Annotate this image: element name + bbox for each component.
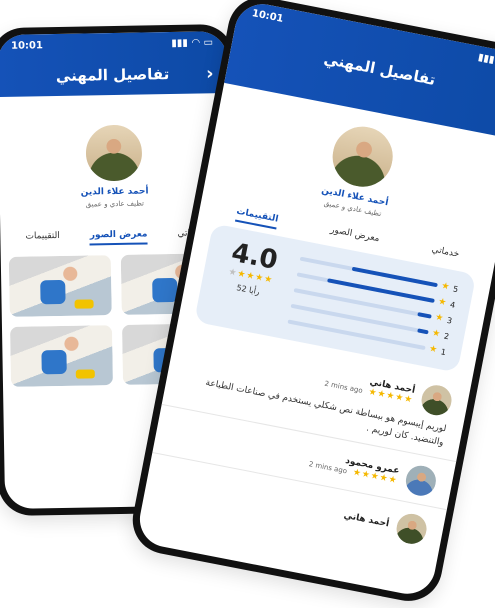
gallery-photo[interactable] [9, 325, 114, 387]
back-header-area: 10:01 ▮▮▮ ◠ ▭ تفاصيل المهني › [0, 31, 228, 98]
rating-bar-fill [416, 328, 429, 335]
signal-icon: ▮▮▮ [477, 51, 495, 66]
reviewer-avatar [418, 382, 455, 418]
star-icon: ★ [431, 328, 442, 340]
rating-bar-label: 3 [446, 315, 453, 326]
rating-bar-label: 5 [452, 283, 460, 294]
avatar [83, 122, 145, 184]
star-icon: ★ [437, 296, 448, 309]
rating-score-block: 4.0 ★★★★★ 52 رأيا [213, 235, 292, 300]
rating-bar-label: 2 [443, 331, 450, 341]
chevron-right-icon[interactable]: › [206, 63, 214, 84]
star-icon: ★ [440, 281, 451, 293]
gallery-photo[interactable] [8, 255, 112, 317]
avatar [325, 119, 401, 195]
page-header: تفاصيل المهني › [0, 53, 228, 97]
page-title: تفاصيل المهني [55, 65, 170, 86]
tab-reviews[interactable]: التقييمات [25, 231, 60, 247]
wifi-icon: ◠ [191, 37, 200, 49]
rating-bar-label: 4 [449, 299, 457, 310]
battery-icon: ▭ [203, 36, 214, 48]
reviewer-avatar [403, 463, 439, 499]
status-time: 10:01 [10, 39, 44, 52]
reviewer-avatar [393, 511, 430, 547]
rating-bar-fill [424, 346, 426, 351]
star-icon: ★ [434, 312, 445, 324]
signal-icon: ▮▮▮ [171, 37, 188, 49]
status-time: 10:01 [251, 7, 285, 25]
rating-bar-label: 1 [440, 346, 447, 357]
status-icons: ▮▮▮ ◠ ▭ [171, 37, 213, 49]
tab-gallery[interactable]: معرض الصور [89, 229, 148, 246]
rating-distribution: ★ 5 ★ 4 ★ 3 ★ 2 ★ 1 [286, 251, 462, 361]
star-icon: ★ [428, 343, 439, 356]
rating-bar-fill [417, 312, 432, 319]
